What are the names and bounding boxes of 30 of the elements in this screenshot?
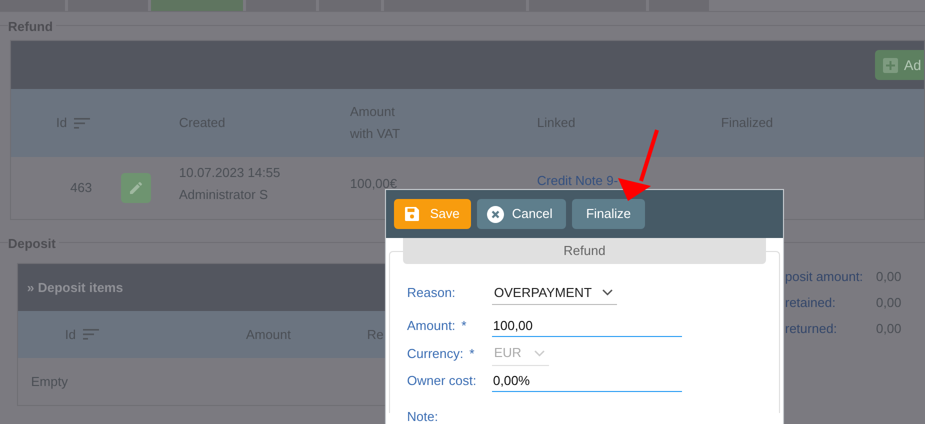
cancel-button[interactable]: Cancel bbox=[477, 199, 566, 229]
plus-icon bbox=[883, 58, 898, 72]
link[interactable]: Credit Note 9- bbox=[537, 173, 618, 188]
close-icon bbox=[487, 206, 504, 222]
finalize-button[interactable]: Finalize bbox=[572, 199, 645, 229]
add-button[interactable]: Ad bbox=[875, 50, 924, 80]
summary-label: returned: bbox=[785, 320, 838, 338]
input-field[interactable]: 0,00% bbox=[492, 370, 682, 392]
pencil-icon bbox=[129, 181, 143, 195]
sort-icon[interactable] bbox=[82, 329, 99, 340]
chevron-down-icon bbox=[534, 350, 545, 356]
save-button[interactable]: Save bbox=[394, 199, 471, 229]
field-label: Amount: bbox=[407, 317, 456, 336]
summary-label: retained: bbox=[785, 294, 837, 312]
field-label: Note: bbox=[407, 409, 438, 424]
select-field: EUR bbox=[492, 342, 549, 366]
dialog-tab[interactable]: Refund bbox=[403, 238, 766, 264]
input-field[interactable]: 100,00 bbox=[492, 315, 682, 337]
summary-label: posit amount: bbox=[785, 268, 864, 286]
required-marker: * bbox=[461, 317, 466, 336]
field-label: Reason: bbox=[407, 284, 456, 302]
field-label: Owner cost: bbox=[407, 372, 476, 390]
chevron-down-icon bbox=[602, 289, 613, 296]
panel-title: » Deposit items bbox=[27, 278, 124, 297]
select-field[interactable]: OVERPAYMENT bbox=[492, 281, 617, 305]
field-label: Currency: bbox=[407, 344, 464, 363]
sort-icon[interactable] bbox=[74, 118, 90, 128]
tab[interactable] bbox=[151, 0, 243, 11]
required-marker: * bbox=[469, 344, 474, 363]
edit-button[interactable] bbox=[121, 173, 151, 203]
